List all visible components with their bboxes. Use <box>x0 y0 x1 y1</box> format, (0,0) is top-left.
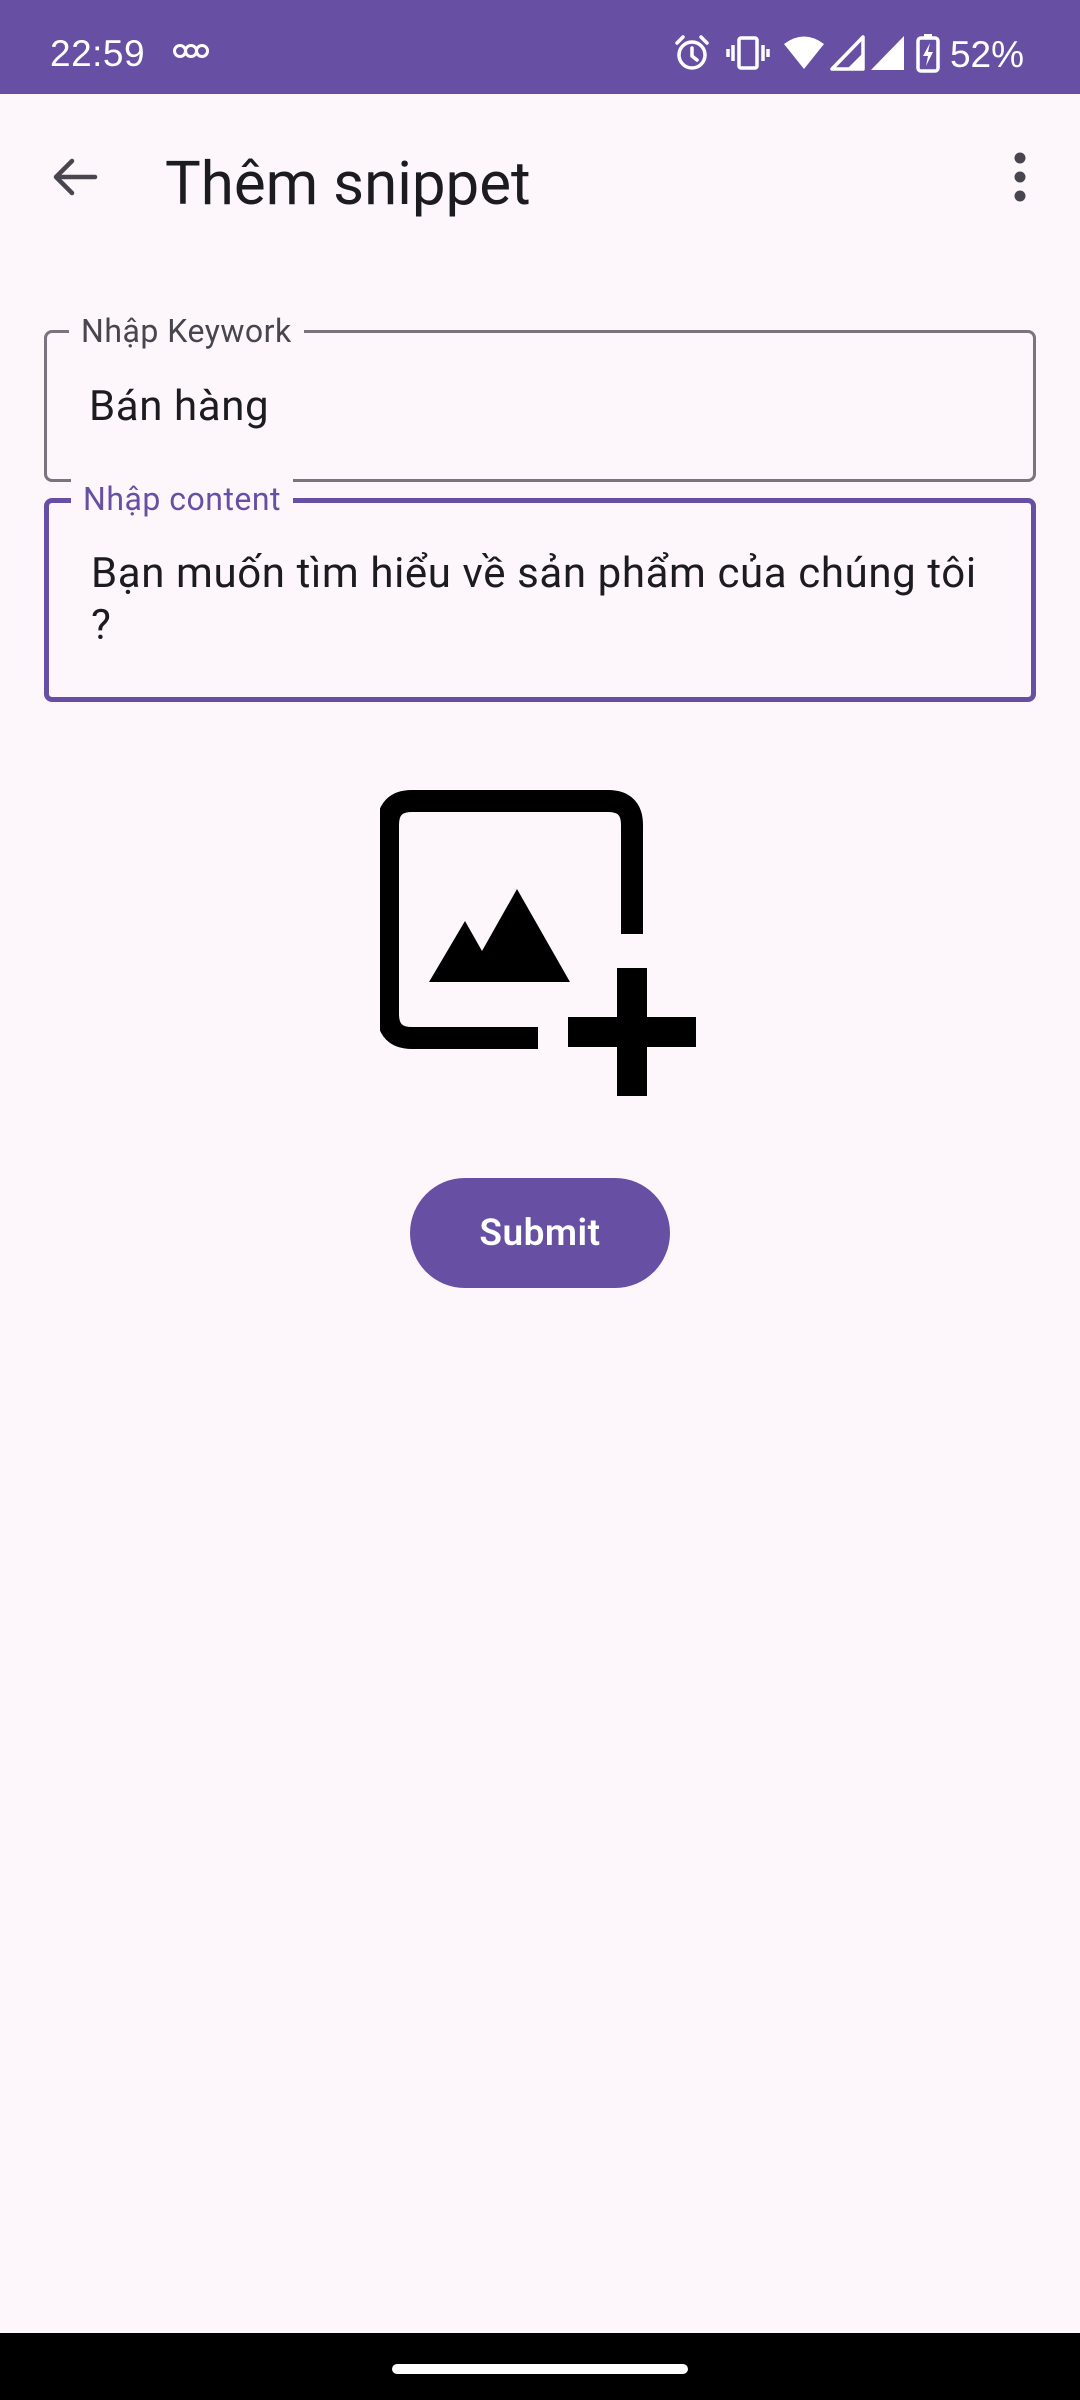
signal-icon <box>830 34 866 76</box>
content-field[interactable]: Nhập content Bạn muốn tìm hiểu về sản ph… <box>44 479 1036 702</box>
submit-button[interactable]: Submit <box>410 1178 670 1288</box>
add-photo-icon <box>377 790 700 1104</box>
page-title: Thêm snippet <box>165 148 531 219</box>
status-time: 22:59 <box>50 33 146 74</box>
app-bar: Thêm snippet <box>0 94 1080 274</box>
battery-percent: 52% <box>949 34 1024 75</box>
link-icon <box>172 42 210 65</box>
back-button[interactable] <box>30 134 120 224</box>
content-input[interactable]: Bạn muốn tìm hiểu về sản phẩm của chúng … <box>91 548 989 652</box>
status-bar: 22:59 52% <box>0 0 1080 94</box>
home-gesture-handle[interactable] <box>392 2364 688 2374</box>
navigation-bar <box>0 2333 1080 2400</box>
keyword-field[interactable]: Nhập Keywork Bán hàng <box>44 311 1036 482</box>
status-icons: 52% <box>672 30 1024 80</box>
more-vert-icon <box>1010 152 1030 206</box>
wifi-icon <box>782 35 826 76</box>
keyword-input[interactable]: Bán hàng <box>89 381 991 433</box>
more-options-button[interactable] <box>980 134 1060 224</box>
keyword-field-label: Nhập Keywork <box>69 311 304 351</box>
vibrate-icon <box>726 33 770 78</box>
signal-icon <box>870 35 906 76</box>
content-field-label: Nhập content <box>71 479 294 519</box>
battery-charging-icon <box>916 33 940 78</box>
arrow-back-icon <box>50 152 100 206</box>
add-image-button[interactable] <box>377 790 700 1100</box>
alarm-icon <box>672 33 712 78</box>
